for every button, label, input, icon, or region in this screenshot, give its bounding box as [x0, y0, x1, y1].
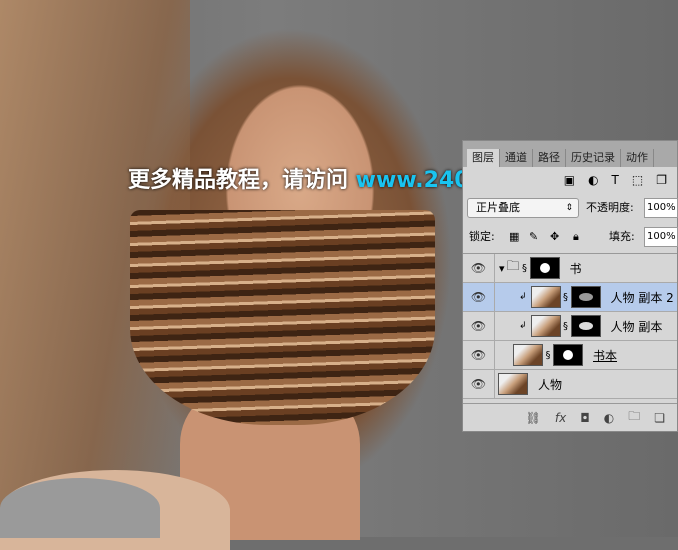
layer-mask-thumbnail[interactable]: [570, 286, 601, 308]
expand-triangle-icon[interactable]: ▾: [499, 262, 505, 275]
lock-transparent-icon[interactable]: ▦: [509, 227, 519, 247]
visibility-eye-icon[interactable]: 👁︎: [463, 312, 495, 340]
fx-icon[interactable]: fx: [555, 411, 566, 425]
opacity-input[interactable]: 100%: [644, 198, 678, 218]
lock-brush-icon[interactable]: ✎: [529, 227, 538, 247]
visibility-eye-icon[interactable]: 👁︎: [463, 370, 495, 398]
panel-tabs: 图层 通道 路径 历史记录 动作: [463, 141, 677, 167]
tab-channels[interactable]: 通道: [500, 149, 533, 167]
fill-label: 填充:: [609, 230, 635, 243]
lock-row: 锁定: ▦ ✎ ✥ 🔒︎ 填充: 100%: [463, 225, 678, 249]
new-layer-icon[interactable]: ❏: [654, 411, 665, 425]
clipping-arrow-icon: ↲: [519, 321, 527, 331]
tab-actions[interactable]: 动作: [621, 149, 654, 167]
blend-mode-value: 正片叠底: [476, 201, 520, 214]
layer-thumbnail[interactable]: [530, 286, 561, 308]
chain-link-icon[interactable]: §: [520, 263, 530, 274]
folder-icon: 🗀: [506, 259, 520, 274]
filter-toolbar: ▣ ◐ T ⬚ ❐: [463, 169, 677, 191]
layer-name: 人物: [538, 377, 563, 392]
top-strap: [0, 478, 160, 538]
filter-type-icon[interactable]: T: [612, 173, 619, 187]
select-arrows-icon: ⇕: [565, 203, 573, 213]
new-group-icon[interactable]: 🗀: [628, 407, 640, 428]
layer-thumbnail[interactable]: [498, 373, 528, 395]
opacity-label: 不透明度:: [586, 201, 634, 214]
layer-name: 人物 副本 2: [610, 290, 674, 305]
layer-mask-thumbnail[interactable]: [529, 257, 560, 279]
add-mask-icon[interactable]: ◘: [580, 411, 590, 425]
filter-adjustment-icon[interactable]: ◐: [588, 173, 598, 187]
layer-book-smart-object[interactable]: 👁︎ § 书本: [463, 341, 677, 370]
chain-link-icon[interactable]: §: [543, 350, 553, 361]
link-layers-icon[interactable]: ⛓: [526, 411, 541, 425]
layer-mask-thumbnail[interactable]: [570, 315, 601, 337]
book-mask-overlay: [130, 210, 435, 425]
filter-smart-object-icon[interactable]: ❐: [656, 173, 667, 187]
layers-list: 👁︎ ▾ 🗀 § 书 👁︎ ↲ § 人物 副本 2 👁︎ ↲ § 人物 副本 👁…: [463, 253, 677, 404]
layer-person-copy-2[interactable]: 👁︎ ↲ § 人物 副本 2: [463, 283, 677, 312]
layer-name: 书本: [593, 348, 618, 363]
filter-pixel-icon[interactable]: ▣: [564, 173, 575, 187]
lock-label: 锁定:: [469, 230, 495, 243]
adjustment-layer-icon[interactable]: ◐: [604, 411, 614, 425]
layer-person-copy[interactable]: 👁︎ ↲ § 人物 副本: [463, 312, 677, 341]
fill-input[interactable]: 100%: [644, 227, 678, 247]
visibility-eye-icon[interactable]: 👁︎: [463, 254, 495, 282]
panel-bottom-bar: ⛓ fx ◘ ◐ 🗀 ❏: [463, 403, 677, 431]
visibility-eye-icon[interactable]: 👁︎: [463, 341, 495, 369]
watermark-text: 更多精品教程，请访问: [128, 168, 356, 193]
smart-object-thumbnail[interactable]: [513, 344, 543, 366]
filter-shape-icon[interactable]: ⬚: [632, 173, 643, 187]
layer-thumbnail[interactable]: [530, 315, 561, 337]
clipping-arrow-icon: ↲: [519, 292, 527, 302]
chain-link-icon[interactable]: §: [561, 292, 571, 303]
layers-panel: 图层 通道 路径 历史记录 动作 ▣ ◐ T ⬚ ❐ 正片叠底 ⇕ 不透明度: 1…: [462, 140, 678, 432]
layer-name: 人物 副本: [610, 319, 663, 334]
layer-person[interactable]: 👁︎ 人物: [463, 370, 677, 399]
lock-all-icon[interactable]: 🔒︎: [573, 227, 579, 247]
layer-mask-thumbnail[interactable]: [553, 344, 583, 366]
layer-group-book[interactable]: 👁︎ ▾ 🗀 § 书: [463, 254, 677, 283]
lock-move-icon[interactable]: ✥: [550, 227, 559, 247]
layer-name: 书: [569, 261, 582, 276]
tab-paths[interactable]: 路径: [533, 149, 566, 167]
visibility-eye-icon[interactable]: 👁︎: [463, 283, 495, 311]
blend-row: 正片叠底 ⇕ 不透明度: 100%: [463, 196, 678, 220]
tab-history[interactable]: 历史记录: [566, 149, 621, 167]
tab-layers[interactable]: 图层: [467, 149, 500, 167]
chain-link-icon[interactable]: §: [561, 321, 571, 332]
blend-mode-select[interactable]: 正片叠底 ⇕: [467, 198, 579, 218]
